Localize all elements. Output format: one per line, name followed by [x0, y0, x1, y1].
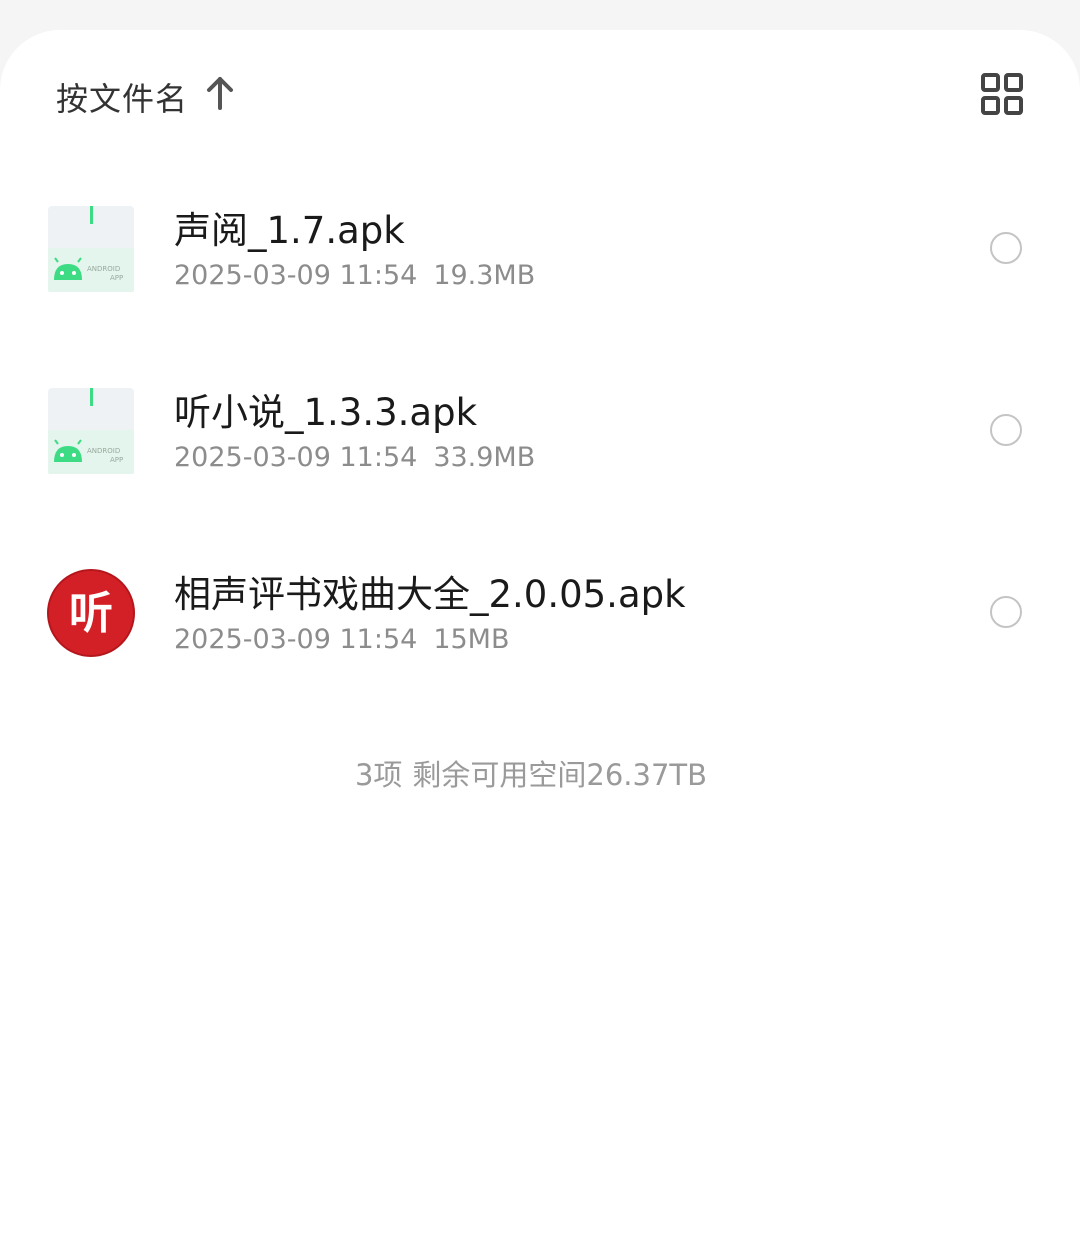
select-radio[interactable] — [990, 414, 1022, 446]
android-apk-icon: ANDROID APP — [48, 206, 134, 292]
grid-view-icon[interactable] — [980, 72, 1024, 116]
list-item[interactable]: ANDROID APP 声阅_1.7.apk 2025-03-09 11:54 1… — [0, 180, 1080, 362]
icon-label-android: ANDROID — [87, 265, 120, 273]
list-item[interactable]: ANDROID APP 听小说_1.3.3.apk 2025-03-09 11:… — [0, 362, 1080, 544]
android-apk-icon: ANDROID APP — [48, 388, 134, 474]
file-meta: 2025-03-09 11:54 33.9MB — [174, 442, 535, 473]
select-radio[interactable] — [990, 232, 1022, 264]
app-logo-icon: 听 — [47, 569, 135, 657]
file-meta: 2025-03-09 11:54 19.3MB — [174, 260, 535, 291]
file-list-sheet: 按文件名 ANDROID APP 声阅_1.7.apk 2025-03-09 1… — [0, 30, 1080, 1260]
file-list: ANDROID APP 声阅_1.7.apk 2025-03-09 11:54 1… — [0, 180, 1080, 726]
storage-summary: 3项 剩余可用空间26.37TB — [0, 752, 1062, 794]
list-header: 按文件名 — [56, 70, 1024, 120]
icon-label-android: ANDROID — [87, 447, 120, 455]
app-logo-text: 听 — [69, 588, 113, 639]
icon-label-app: APP — [110, 456, 123, 464]
item-count: 3项 — [354, 758, 403, 792]
file-size: 33.9MB — [433, 442, 536, 473]
file-date: 2025-03-09 11:54 — [174, 442, 418, 473]
file-size: 15MB — [433, 624, 510, 655]
arrow-up-icon[interactable] — [206, 76, 234, 110]
file-date: 2025-03-09 11:54 — [174, 624, 418, 655]
icon-label-app: APP — [110, 274, 123, 282]
file-meta: 2025-03-09 11:54 15MB — [174, 624, 510, 655]
file-name: 声阅_1.7.apk — [174, 209, 405, 252]
file-size: 19.3MB — [433, 260, 536, 291]
file-date: 2025-03-09 11:54 — [174, 260, 418, 291]
sort-by-name-label[interactable]: 按文件名 — [56, 74, 188, 120]
select-radio[interactable] — [990, 596, 1022, 628]
list-item[interactable]: 听 相声评书戏曲大全_2.0.05.apk 2025-03-09 11:54 15… — [0, 544, 1080, 726]
file-name: 听小说_1.3.3.apk — [174, 391, 477, 434]
file-name: 相声评书戏曲大全_2.0.05.apk — [174, 573, 686, 616]
free-space: 剩余可用空间26.37TB — [412, 758, 708, 792]
